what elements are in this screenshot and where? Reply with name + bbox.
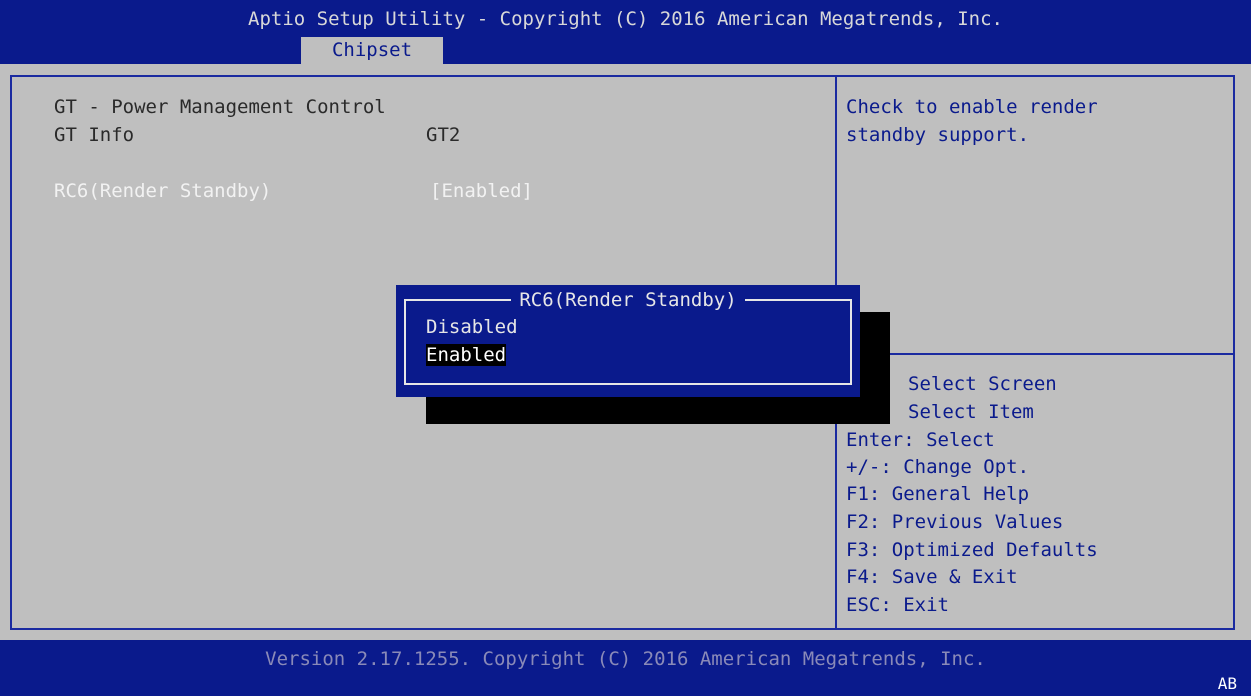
tab-chipset[interactable]: Chipset	[301, 37, 443, 64]
rc6-setting-label[interactable]: RC6(Render Standby)	[54, 180, 271, 202]
section-title: GT - Power Management Control	[54, 96, 386, 118]
gt-info-value: GT2	[426, 124, 461, 146]
app-title: Aptio Setup Utility - Copyright (C) 2016…	[248, 8, 1003, 30]
key-help-change-opt: +/-: Change Opt.	[846, 456, 1030, 478]
option-popup: RC6(Render Standby) Disabled Enabled	[396, 285, 860, 397]
key-help-esc: ESC: Exit	[846, 594, 949, 616]
popup-border	[404, 299, 852, 385]
popup-option-disabled[interactable]: Disabled	[426, 316, 518, 338]
key-help-f1: F1: General Help	[846, 483, 1030, 505]
key-help-select-item: Select Item	[908, 401, 1034, 423]
key-help-f4: F4: Save & Exit	[846, 566, 1018, 588]
key-help-f2: F2: Previous Values	[846, 511, 1064, 533]
help-text-line-1: Check to enable render	[846, 96, 1098, 118]
popup-title: RC6(Render Standby)	[396, 289, 860, 311]
footer-bar: Version 2.17.1255. Copyright (C) 2016 Am…	[0, 640, 1251, 696]
key-help-f3: F3: Optimized Defaults	[846, 539, 1098, 561]
gt-info-label: GT Info	[54, 124, 135, 146]
help-divider	[837, 353, 1235, 355]
rc6-setting-value[interactable]: [Enabled]	[430, 180, 533, 202]
popup-option-enabled[interactable]: Enabled	[426, 344, 507, 366]
key-help-enter: Enter: Select	[846, 429, 995, 451]
footer-badge: AB	[1217, 674, 1237, 693]
popup-title-text: RC6(Render Standby)	[511, 289, 745, 311]
footer-version: Version 2.17.1255. Copyright (C) 2016 Am…	[265, 648, 986, 670]
help-text-line-2: standby support.	[846, 124, 1030, 146]
key-help-select-screen: Select Screen	[908, 373, 1057, 395]
title-bar: Aptio Setup Utility - Copyright (C) 2016…	[0, 0, 1251, 64]
